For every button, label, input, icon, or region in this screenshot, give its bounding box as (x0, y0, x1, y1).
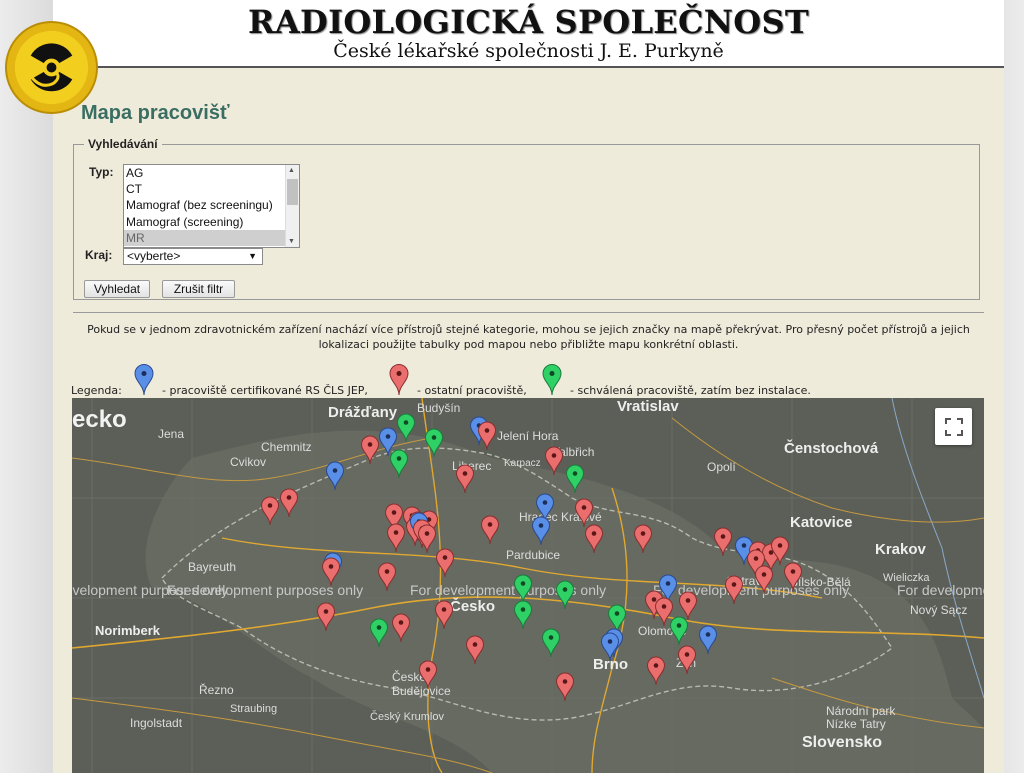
blue-map-marker[interactable] (531, 516, 551, 546)
green-map-marker[interactable] (513, 574, 533, 604)
type-option-selected[interactable]: MR (124, 229, 299, 246)
red-map-marker[interactable] (544, 446, 564, 476)
search-panel: Vyhledávání Typ: AG CT Mamograf (bez scr… (73, 137, 980, 300)
legend-green-text: - schválená pracoviště, zatím bez instal… (570, 384, 811, 397)
red-map-marker[interactable] (574, 498, 594, 528)
map-markers (260, 413, 803, 702)
green-map-marker[interactable] (396, 413, 416, 443)
clear-filter-button[interactable]: Zrušit filtr (162, 280, 235, 298)
page-title: Mapa pracovišť (81, 102, 230, 124)
green-map-marker[interactable] (389, 449, 409, 479)
red-map-marker[interactable] (377, 562, 397, 592)
blue-map-marker[interactable] (325, 461, 345, 491)
type-listbox[interactable]: AG CT Mamograf (bez screeningu) Mamograf… (123, 164, 300, 248)
blue-map-marker[interactable] (600, 632, 620, 662)
green-map-marker[interactable] (669, 616, 689, 646)
red-map-marker[interactable] (480, 515, 500, 545)
red-map-marker[interactable] (783, 562, 803, 592)
legend: Legenda: - pracoviště certifikované RS Č… (71, 364, 1001, 398)
red-map-marker[interactable] (417, 524, 437, 554)
red-map-marker[interactable] (435, 548, 455, 578)
red-map-marker[interactable] (678, 591, 698, 621)
red-map-marker[interactable] (477, 421, 497, 451)
red-map-marker[interactable] (713, 527, 733, 557)
red-marker-icon (389, 364, 409, 396)
red-map-marker[interactable] (360, 435, 380, 465)
scrollbar-thumb[interactable] (287, 179, 298, 205)
fullscreen-icon (944, 418, 963, 436)
red-map-marker[interactable] (654, 597, 674, 627)
overlap-note: Pokud se v jednom zdravotnickém zařízení… (87, 323, 970, 351)
red-map-marker[interactable] (465, 635, 485, 665)
green-map-marker[interactable] (555, 580, 575, 610)
green-map-marker[interactable] (565, 464, 585, 494)
site-title: RADIOLOGICKÁ SPOLEČNOST (248, 3, 809, 41)
search-button[interactable]: Vyhledat (84, 280, 150, 298)
red-map-marker[interactable] (677, 645, 697, 675)
region-select-value: <vyberte> (127, 249, 181, 263)
search-legend: Vyhledávání (88, 137, 158, 151)
red-map-marker[interactable] (316, 602, 336, 632)
scroll-up-icon[interactable]: ▲ (288, 167, 295, 174)
green-map-marker[interactable] (541, 628, 561, 658)
red-map-marker[interactable] (633, 524, 653, 554)
red-map-marker[interactable] (279, 488, 299, 518)
red-map-marker[interactable] (455, 464, 475, 494)
red-map-marker[interactable] (754, 565, 774, 595)
type-option[interactable]: CT (124, 181, 299, 197)
red-map-marker[interactable] (646, 656, 666, 686)
listbox-scrollbar[interactable]: ▲ ▼ (285, 165, 299, 247)
type-option[interactable]: Mamograf (screening) (124, 214, 299, 230)
red-map-marker[interactable] (434, 600, 454, 630)
red-map-marker[interactable] (391, 613, 411, 643)
legend-blue-text: - pracoviště certifikované RS ČLS JEP, (162, 384, 368, 397)
green-marker-icon (542, 364, 562, 396)
type-label: Typ: (89, 165, 114, 179)
blue-map-marker[interactable] (698, 625, 718, 655)
page: RADIOLOGICKÁ SPOLEČNOST České lékařské s… (53, 0, 1004, 773)
legend-label: Legenda: (71, 384, 122, 397)
red-map-marker[interactable] (584, 524, 604, 554)
region-label: Kraj: (85, 248, 113, 262)
blue-marker-icon (134, 364, 154, 396)
green-map-marker[interactable] (607, 604, 627, 634)
map-view[interactable]: ecko Drážďany Budyšín Vratislav Jena Che… (72, 398, 984, 773)
red-map-marker[interactable] (386, 523, 406, 553)
legend-red-text: - ostatní pracoviště, (417, 384, 527, 397)
type-option[interactable]: Mamograf (bez screeningu) (124, 197, 299, 213)
type-option[interactable]: AG (124, 165, 299, 181)
red-map-marker[interactable] (555, 672, 575, 702)
dropdown-arrow-icon: ▼ (248, 251, 257, 261)
scroll-down-icon[interactable]: ▼ (288, 238, 295, 245)
site-header: RADIOLOGICKÁ SPOLEČNOST České lékařské s… (53, 0, 1004, 68)
green-map-marker[interactable] (513, 600, 533, 630)
fullscreen-button[interactable] (935, 408, 972, 445)
region-select[interactable]: <vyberte> ▼ (123, 248, 263, 265)
site-subtitle: České lékařské společnosti J. E. Purkyně (333, 40, 724, 62)
red-map-marker[interactable] (260, 496, 280, 526)
red-map-marker[interactable] (418, 660, 438, 690)
green-map-marker[interactable] (424, 428, 444, 458)
radiation-logo-icon (4, 20, 99, 115)
green-map-marker[interactable] (369, 618, 389, 648)
red-map-marker[interactable] (321, 557, 341, 587)
divider (73, 312, 984, 313)
red-map-marker[interactable] (724, 575, 744, 605)
